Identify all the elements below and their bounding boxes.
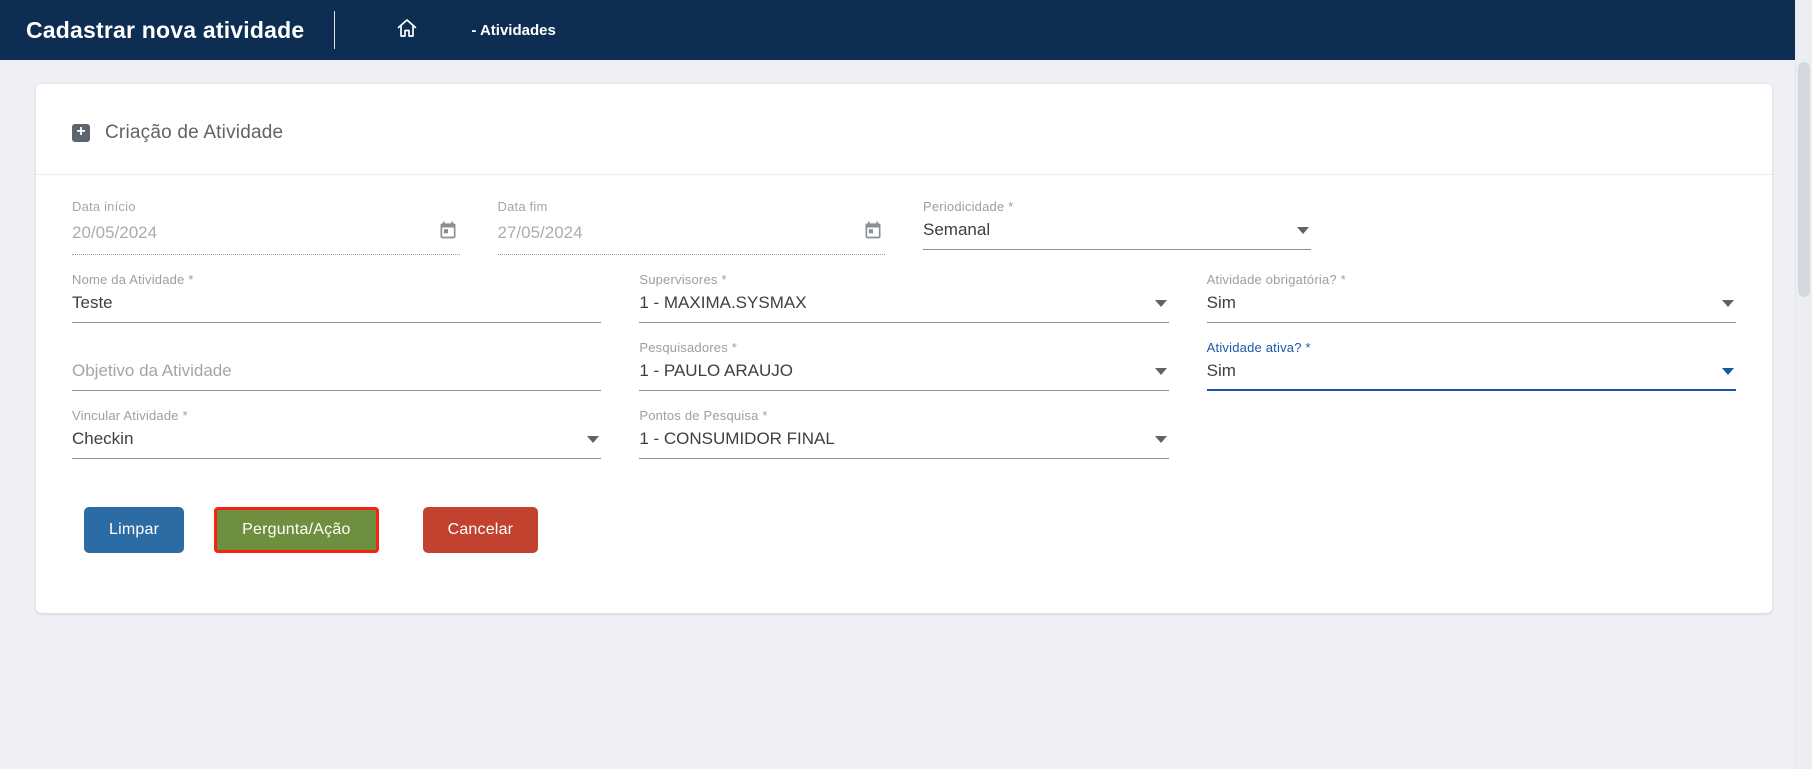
pergunta-acao-button[interactable]: Pergunta/Ação [214,507,379,553]
vincular-value: Checkin [72,429,134,448]
field-atividade-obrigatoria[interactable]: Atividade obrigatória? * Sim [1206,272,1736,323]
pontos-value: 1 - CONSUMIDOR FINAL [639,429,835,448]
data-inicio-label: Data início [72,199,136,214]
chevron-down-icon [1154,435,1167,443]
chevron-down-icon [1722,367,1734,375]
field-vincular-atividade[interactable]: Vincular Atividade * Checkin [72,408,602,459]
activity-form-card: + Criação de Atividade Data início 20/05… [36,84,1772,613]
pontos-label: Pontos de Pesquisa * [639,408,768,423]
data-fim-label: Data fim [497,199,548,214]
plus-square-icon: + [72,124,90,142]
field-periodicidade[interactable]: Periodicidade * Semanal [923,199,1311,255]
ativa-label: Atividade ativa? * [1206,340,1311,355]
calendar-icon[interactable] [863,220,883,245]
data-fim-value: 27/05/2024 [497,222,583,242]
breadcrumb[interactable]: - Atividades [471,22,555,39]
obrigatoria-label: Atividade obrigatória? * [1206,272,1346,287]
field-objetivo[interactable] [72,340,602,391]
header-divider [334,11,336,49]
obrigatoria-value: Sim [1206,293,1236,312]
pesquisadores-label: Pesquisadores * [639,340,737,355]
field-pesquisadores[interactable]: Pesquisadores * 1 - PAULO ARAUJO [639,340,1169,391]
card-header: + Criação de Atividade [36,84,1772,175]
nome-label: Nome da Atividade * [72,272,194,287]
calendar-icon[interactable] [438,220,458,245]
objetivo-input[interactable] [72,361,602,381]
field-pontos-pesquisa[interactable]: Pontos de Pesquisa * 1 - CONSUMIDOR FINA… [639,408,1169,459]
page-title: Cadastrar nova atividade [26,16,305,43]
ativa-value: Sim [1206,361,1236,380]
field-nome-atividade[interactable]: Nome da Atividade * Teste [72,272,602,323]
chevron-down-icon [1296,226,1309,234]
activity-form: Data início 20/05/2024 Data fim 27/05/20… [36,175,1772,459]
vincular-label: Vincular Atividade * [72,408,188,423]
supervisores-value: 1 - MAXIMA.SYSMAX [639,293,807,312]
nome-value: Teste [72,293,113,312]
chevron-down-icon [1722,299,1734,307]
home-icon [395,16,419,45]
card-title: Criação de Atividade [105,122,284,143]
periodicidade-value: Semanal [923,220,991,239]
chevron-down-icon [587,435,600,443]
top-bar: Cadastrar nova atividade - Atividades [0,0,1812,60]
form-actions: Limpar Pergunta/Ação Cancelar [36,459,1772,613]
pesquisadores-value: 1 - PAULO ARAUJO [639,361,794,380]
home-button[interactable] [395,16,419,45]
supervisores-label: Supervisores * [639,272,727,287]
vertical-scrollbar[interactable] [1795,0,1812,769]
field-data-fim[interactable]: Data fim 27/05/2024 [497,199,885,255]
cancelar-button[interactable]: Cancelar [422,507,539,553]
field-atividade-ativa[interactable]: Atividade ativa? * Sim [1206,340,1736,391]
scrollbar-thumb[interactable] [1798,62,1810,297]
periodicidade-label: Periodicidade * [923,199,1014,214]
chevron-down-icon [1154,367,1167,375]
limpar-button[interactable]: Limpar [84,507,185,553]
field-supervisores[interactable]: Supervisores * 1 - MAXIMA.SYSMAX [639,272,1169,323]
data-inicio-value: 20/05/2024 [72,222,158,242]
field-data-inicio[interactable]: Data início 20/05/2024 [72,199,460,255]
chevron-down-icon [1154,299,1167,307]
objetivo-label [72,340,601,356]
